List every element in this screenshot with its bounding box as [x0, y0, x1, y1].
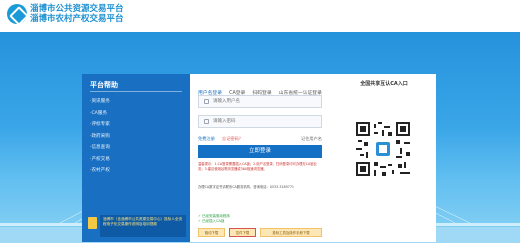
password-input[interactable] [213, 117, 313, 126]
site-title-secondary: 淄博市农村产权交易平台 [30, 14, 124, 24]
sidebar-item-rural-property[interactable]: ·农村产权 [90, 165, 110, 177]
login-panel: 平台帮助 ·资讯服务 ·CA服务 ·评标专家 ·政府采购 ·信息查询 ·产权交易… [82, 74, 436, 242]
sidebar-item-info-query[interactable]: ·信息查询 [90, 142, 110, 154]
sidebar-divider [90, 91, 182, 92]
login-links: 免费注册 忘记密码？ 记住用户名 [198, 135, 322, 142]
ca-contact-tip: 办理CA数字证书请联系CA服务机构，咨询电话：0533-3189771 [198, 185, 295, 189]
sidebar-item-info-service[interactable]: ·资讯服务 [90, 96, 110, 108]
hero-background: 平台帮助 ·资讯服务 ·CA服务 ·评标专家 ·政府采购 ·信息查询 ·产权交易… [0, 32, 520, 243]
username-field[interactable] [198, 95, 322, 108]
login-tip: 温馨提示：1.CA登录需要插入CA锁；2.用户名登录、扫码登录均可办理无CA锁业… [198, 162, 317, 171]
sidebar-title: 平台帮助 [90, 81, 118, 89]
download-buttons: 驱动下载 控件下载 投标工具及操作手册下载 [198, 228, 322, 237]
ca-lock-check-status: ✓ 已经插入CA锁 [198, 219, 225, 223]
login-tabs: 用户名登录 CA登录 扫码登录 山东省统一认证登录 [198, 79, 322, 99]
sidebar-menu: ·资讯服务 ·CA服务 ·评标专家 ·政府采购 ·信息查询 ·产权交易 ·农村产… [90, 96, 110, 177]
remember-username-checkbox[interactable]: 记住用户名 [301, 135, 322, 142]
environment-checks: ✓ 已经安装驱动程序 ✓ 已经插入CA锁 [198, 214, 322, 224]
control-download-button[interactable]: 控件下载 [229, 228, 256, 237]
qr-login-area: 全国共享互认CA入口 [332, 74, 436, 242]
user-icon [204, 99, 209, 104]
login-button[interactable]: 立即登录 [198, 145, 322, 158]
qr-title: 全国共享互认CA入口 [360, 81, 408, 87]
username-input[interactable] [213, 97, 313, 106]
sidebar-item-government-procurement[interactable]: ·政府采购 [90, 131, 110, 143]
site-header: 淄博市公共资源交易平台 淄博市农村产权交易平台 [0, 0, 520, 32]
sidebar-item-bid-experts[interactable]: ·评标专家 [90, 119, 110, 131]
forgot-password-link[interactable]: 忘记密码？ [222, 135, 243, 142]
document-icon [88, 217, 97, 229]
site-title-primary: 淄博市公共资源交易平台 [30, 4, 124, 14]
help-sidebar: 平台帮助 ·资讯服务 ·CA服务 ·评标专家 ·政府采购 ·信息查询 ·产权交易… [82, 74, 190, 242]
sidebar-item-property-trading[interactable]: ·产权交易 [90, 154, 110, 166]
driver-download-button[interactable]: 驱动下载 [198, 228, 225, 237]
login-form: 用户名登录 CA登录 扫码登录 山东省统一认证登录 免费注册 忘记密码？ 记住用… [198, 74, 322, 242]
lock-icon [204, 119, 209, 124]
bid-tool-download-button[interactable]: 投标工具及操作手册下载 [260, 228, 322, 237]
site-logo[interactable] [7, 4, 27, 24]
sidebar-item-ca-service[interactable]: ·CA服务 [90, 108, 110, 120]
password-field[interactable] [198, 115, 322, 128]
sidebar-notice-link[interactable]: 淄博市（含淄博市公共资源交易中心）投标人全流程电子化交易操作说明及培训视频 [100, 215, 186, 237]
qr-code[interactable] [356, 122, 410, 176]
register-link[interactable]: 免费注册 [198, 135, 215, 142]
